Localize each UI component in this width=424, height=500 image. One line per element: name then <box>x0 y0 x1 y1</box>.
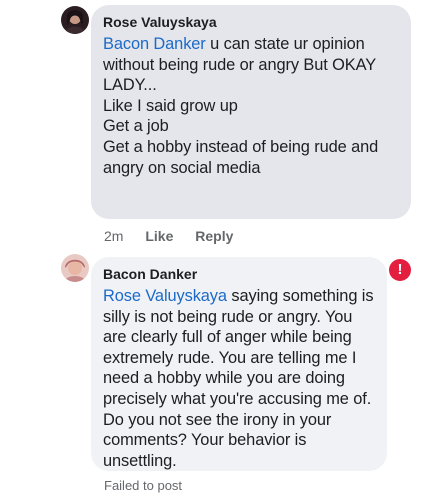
avatar-bacon[interactable] <box>61 254 89 282</box>
mention-link[interactable]: Rose Valuyskaya <box>103 287 227 305</box>
mention-link[interactable]: Bacon Danker <box>103 35 206 53</box>
like-button[interactable]: Like <box>145 228 173 244</box>
failed-to-post-status[interactable]: Failed to post <box>104 478 182 494</box>
reply-button[interactable]: Reply <box>195 228 233 244</box>
comment-text: Rose Valuyskaya saying something is sill… <box>103 287 374 470</box>
comment-text: Bacon Danker u can state ur opinion with… <box>103 35 379 177</box>
comment-author[interactable]: Bacon Danker <box>103 265 373 283</box>
error-icon[interactable]: ! <box>389 259 411 281</box>
profile-photo-icon <box>61 254 89 282</box>
avatar-rose[interactable] <box>61 6 89 34</box>
comment-timestamp[interactable]: 2m <box>104 228 123 244</box>
comment-actions: 2m Like Reply <box>104 227 251 245</box>
profile-photo-icon <box>61 6 89 34</box>
comment-bubble: Rose Valuyskaya Bacon Danker u can state… <box>91 5 411 219</box>
comment-author[interactable]: Rose Valuyskaya <box>103 13 397 31</box>
comment-bubble-pending: Bacon Danker Rose Valuyskaya saying some… <box>91 257 387 471</box>
